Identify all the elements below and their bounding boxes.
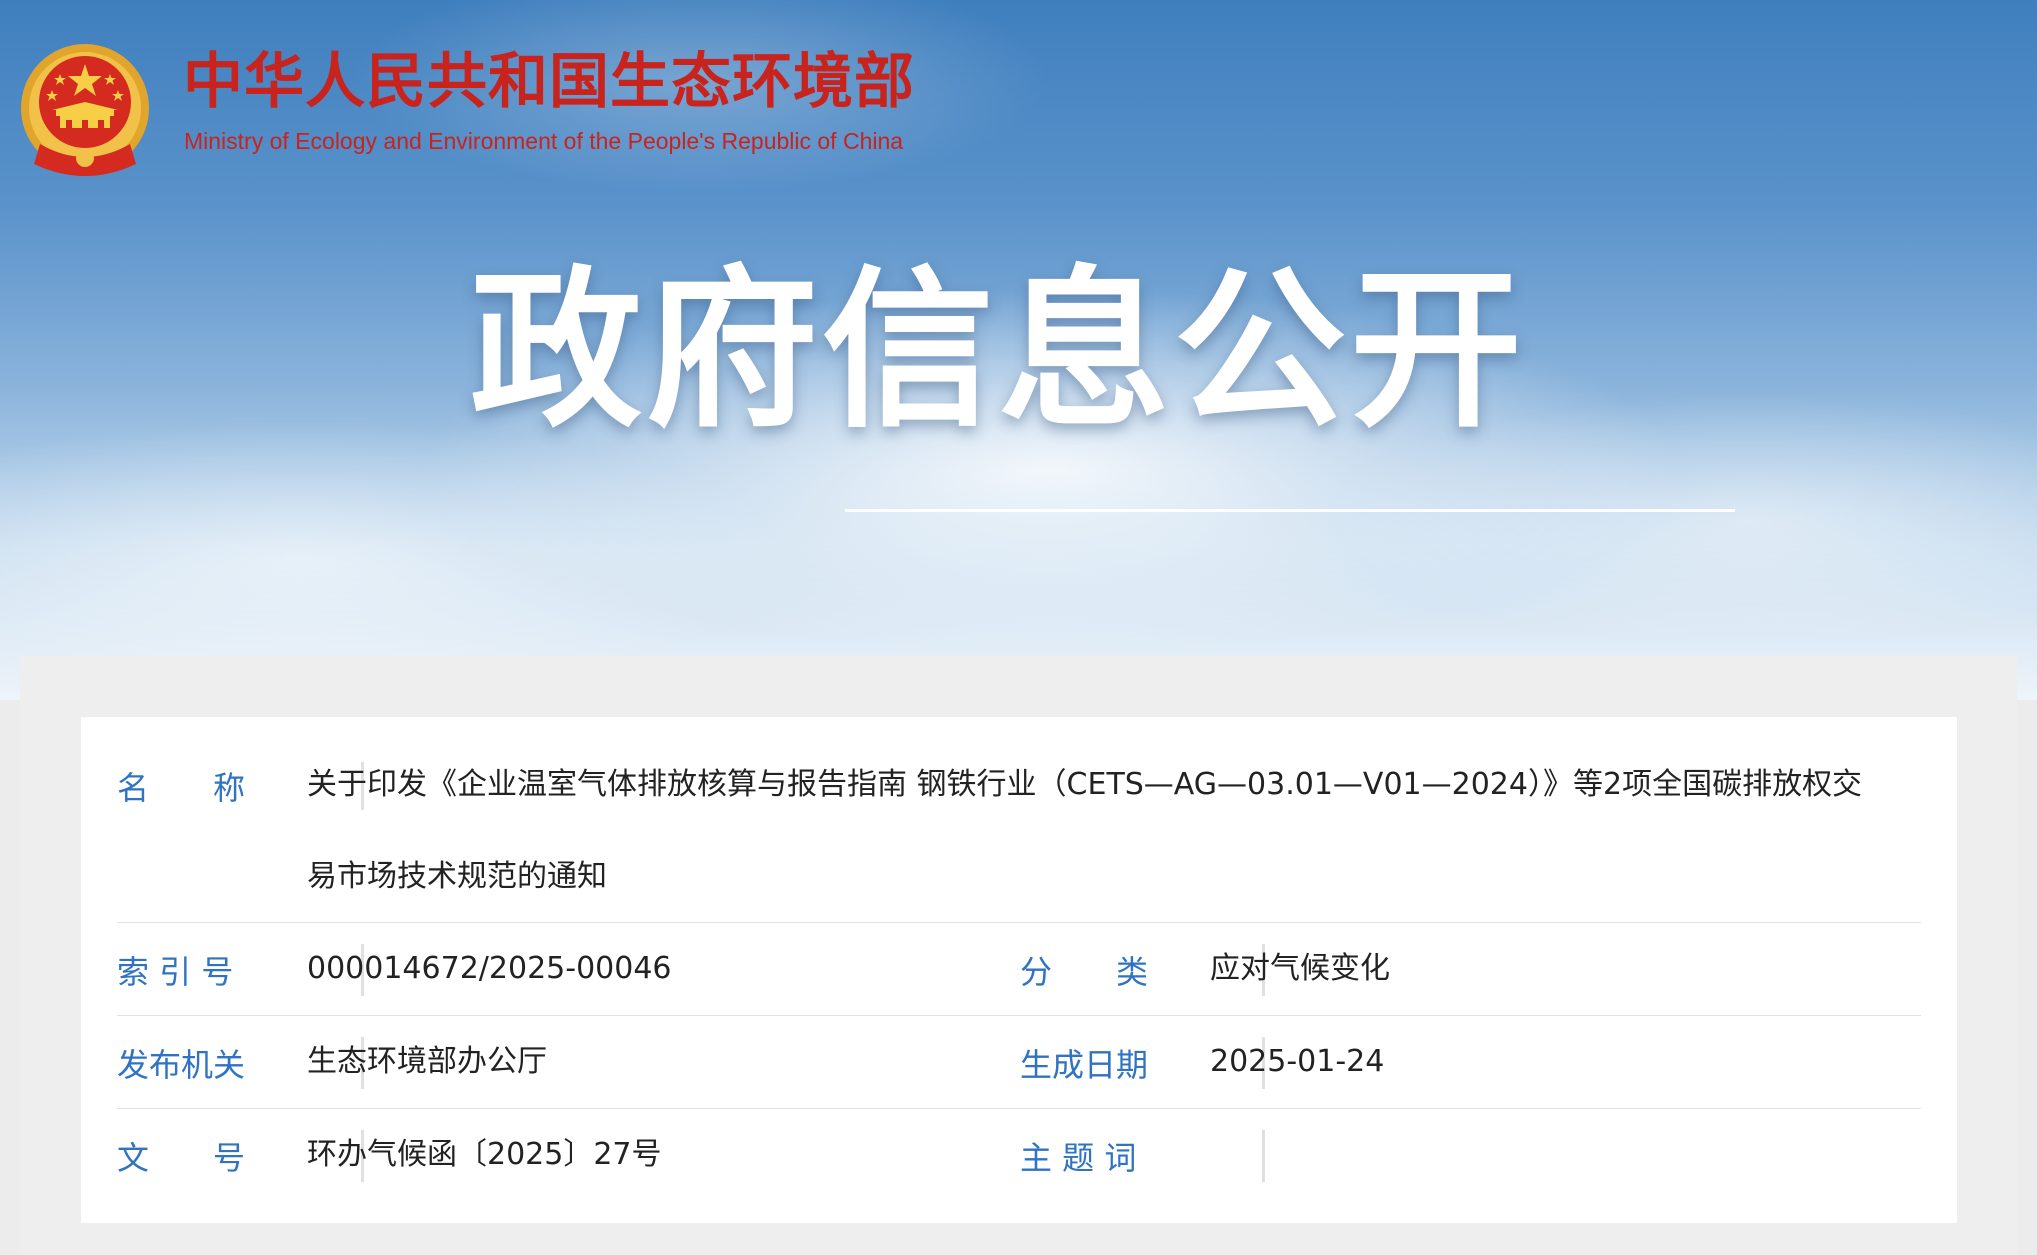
publisher-value: 生态环境部办公厅 [307, 1044, 547, 1079]
doc-number-label: 文 号 [117, 1139, 246, 1177]
date-value: 2025-01-24 [1210, 1044, 1385, 1079]
ministry-name-en: Ministry of Ecology and Environment of t… [184, 128, 904, 154]
info-row-index: 索 引 号 000014672/2025-00046 分 类 应对气候变化 [117, 922, 1921, 1016]
publisher-label: 发布机关 [117, 1046, 246, 1084]
date-label: 生成日期 [1020, 1046, 1149, 1084]
doc-number-value: 环办气候函〔2025〕27号 [307, 1137, 662, 1172]
info-card: 名 称 关于印发《企业温室气体排放核算与报告指南 钢铁行业（CETS—AG—03… [81, 717, 1957, 1223]
info-row-name: 名 称 关于印发《企业温室气体排放核算与报告指南 钢铁行业（CETS—AG—03… [117, 717, 1921, 923]
keywords-label: 主 题 词 [1020, 1139, 1137, 1177]
section-title: 政府信息公开 [470, 250, 1526, 451]
index-value: 000014672/2025-00046 [307, 951, 672, 986]
national-emblem-icon [21, 44, 149, 176]
name-value: 关于印发《企业温室气体排放核算与报告指南 钢铁行业（CETS—AG—03.01—… [307, 767, 1863, 894]
ministry-name-cn: 中华人民共和国生态环境部 [183, 47, 915, 117]
row-divider [1262, 1130, 1265, 1182]
header-banner: 中华人民共和国生态环境部 Ministry of Ecology and Env… [0, 0, 2037, 700]
index-label: 索 引 号 [117, 953, 234, 991]
name-label: 名 称 [117, 769, 246, 807]
info-row-publisher: 发布机关 生态环境部办公厅 生成日期 2025-01-24 [117, 1015, 1921, 1109]
page: 中华人民共和国生态环境部 Ministry of Ecology and Env… [0, 0, 2037, 1255]
category-value: 应对气候变化 [1210, 951, 1390, 986]
category-label: 分 类 [1020, 953, 1149, 991]
title-underline [845, 509, 1735, 512]
info-row-doc-number: 文 号 环办气候函〔2025〕27号 主 题 词 [117, 1108, 1921, 1201]
